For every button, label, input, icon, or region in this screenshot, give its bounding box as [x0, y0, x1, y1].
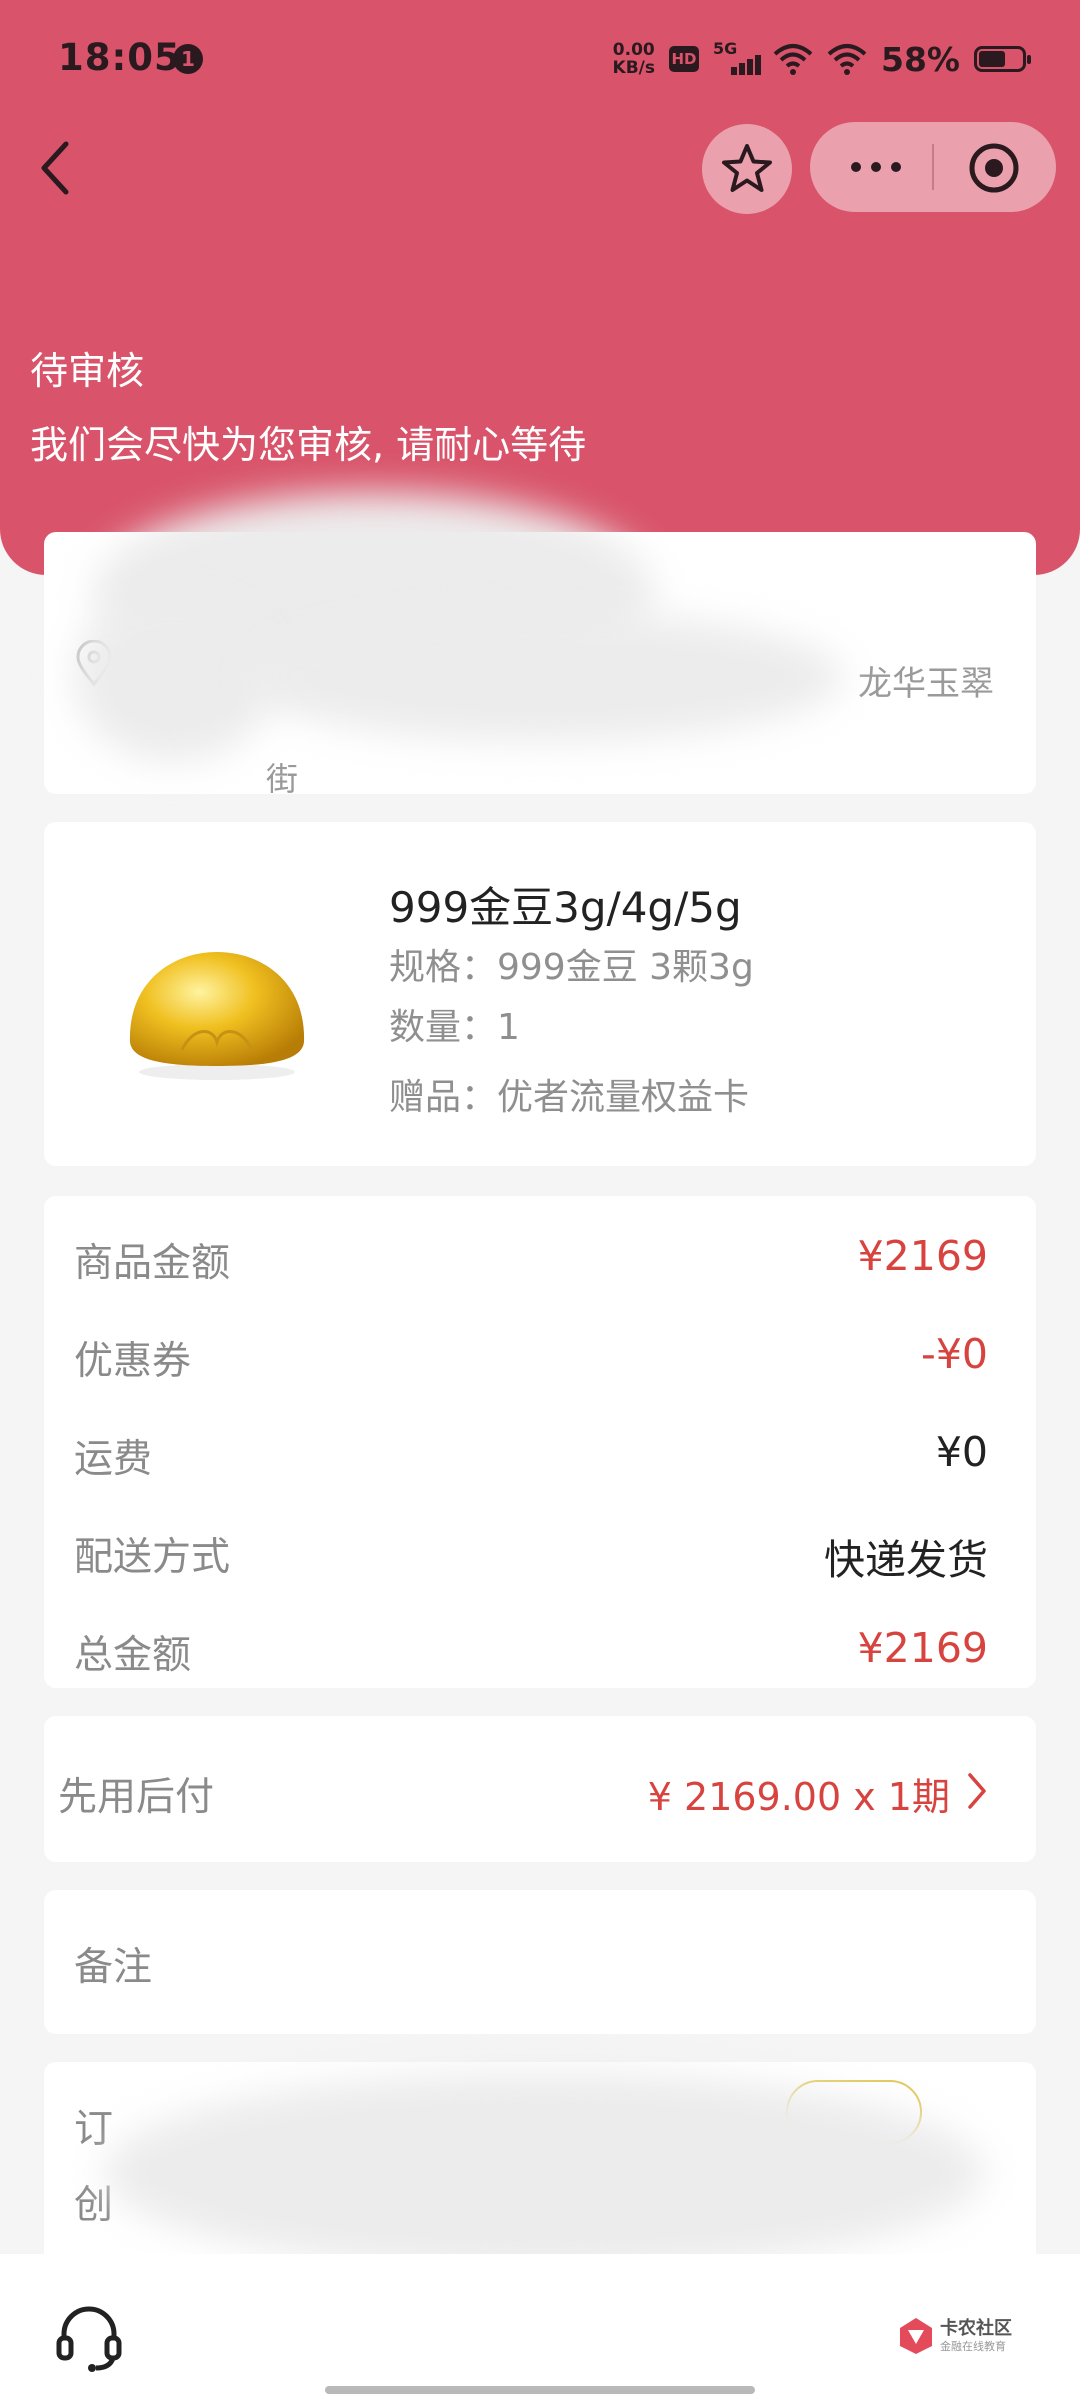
payment-method-row[interactable]: 先用后付 ¥ 2169.00 x 1期	[44, 1716, 1036, 1862]
status-bar: 18:05 1 0.00 KB/s HD 5G 58%	[0, 0, 1080, 120]
watermark-icon	[900, 2318, 932, 2354]
wifi-icon	[827, 44, 867, 75]
price-row-goods: 商品金额 ¥2169	[74, 1232, 988, 1292]
price-value: 快递发货	[824, 1536, 988, 1584]
product-spec: 规格：999金豆 3颗3g	[389, 947, 754, 988]
home-indicator[interactable]	[325, 2386, 755, 2394]
price-summary-card: 商品金额 ¥2169 优惠券 -¥0 运费 ¥0 配送方式 快递发货 总金额 ¥…	[44, 1196, 1036, 1688]
notification-badge: 1	[173, 44, 203, 74]
cellular-signal-icon: 5G	[713, 39, 761, 79]
price-label: 优惠券	[74, 1339, 192, 1384]
battery-percent: 58%	[881, 39, 960, 79]
order-number-label: 订	[74, 2107, 114, 2152]
target-icon[interactable]	[968, 142, 1020, 194]
order-info-redaction	[104, 2072, 984, 2272]
price-label: 总金额	[74, 1633, 192, 1678]
watermark-text: 卡农社区	[940, 2318, 1012, 2339]
price-label: 商品金额	[74, 1241, 231, 1286]
favorite-button[interactable]	[702, 124, 792, 214]
address-line-1: 龙华玉翠	[858, 664, 994, 704]
price-value: ¥0	[935, 1428, 988, 1476]
payment-value: ¥ 2169.00 x 1期	[647, 1775, 950, 1819]
headset-icon[interactable]	[54, 2302, 124, 2372]
miniprogram-capsule	[810, 122, 1056, 212]
more-icon[interactable]	[846, 152, 906, 182]
gold-bean-image	[129, 952, 305, 1080]
network-type: 5G	[713, 39, 738, 58]
net-speed: 0.00 KB/s	[613, 41, 655, 77]
product-quantity: 数量：1	[389, 1007, 520, 1048]
address-redaction	[244, 612, 844, 742]
hd-icon: HD	[669, 46, 699, 72]
product-gift: 赠品：优者流量权益卡	[389, 1077, 750, 1118]
price-row-total: 总金额 ¥2169	[74, 1624, 988, 1684]
battery-icon	[974, 46, 1031, 72]
net-speed-value: 0.00	[612, 40, 655, 60]
price-label: 配送方式	[74, 1535, 231, 1580]
bottom-bar: 卡农社区 金融在线教育	[0, 2254, 1080, 2400]
remark-label: 备注	[74, 1945, 153, 1990]
star-icon	[722, 144, 772, 192]
order-status-title: 待审核	[30, 349, 145, 393]
price-value: ¥2169	[857, 1624, 988, 1672]
price-row-shipping: 运费 ¥0	[74, 1428, 988, 1488]
price-row-delivery: 配送方式 快递发货	[74, 1526, 988, 1586]
price-value: -¥0	[921, 1330, 988, 1378]
remark-row[interactable]: 备注	[44, 1890, 1036, 2034]
watermark-subtext: 金融在线教育	[940, 2340, 1006, 2353]
product-name: 999金豆3g/4g/5g	[389, 883, 742, 932]
status-time: 18:05	[58, 36, 181, 79]
wifi-icon	[773, 44, 813, 75]
status-icons: 0.00 KB/s HD 5G 58%	[613, 34, 1031, 84]
watermark-logo: 卡农社区 金融在线教育	[898, 2314, 1028, 2360]
price-label: 运费	[74, 1437, 153, 1482]
capsule-divider	[932, 144, 934, 190]
price-value: ¥2169	[857, 1232, 988, 1280]
net-speed-unit: KB/s	[612, 58, 655, 78]
price-row-coupon: 优惠券 -¥0	[74, 1330, 988, 1390]
chevron-right-icon	[968, 1773, 986, 1809]
back-icon[interactable]	[34, 138, 78, 198]
product-card[interactable]: 999金豆3g/4g/5g 规格：999金豆 3颗3g 数量：1 赠品：优者流量…	[44, 822, 1036, 1166]
address-line-2: 街	[266, 760, 299, 798]
address-card[interactable]: 龙华玉翠 街	[44, 492, 1036, 798]
order-status-subtitle: 我们会尽快为您审核, 请耐心等待	[30, 423, 587, 467]
payment-label: 先用后付	[58, 1775, 215, 1820]
